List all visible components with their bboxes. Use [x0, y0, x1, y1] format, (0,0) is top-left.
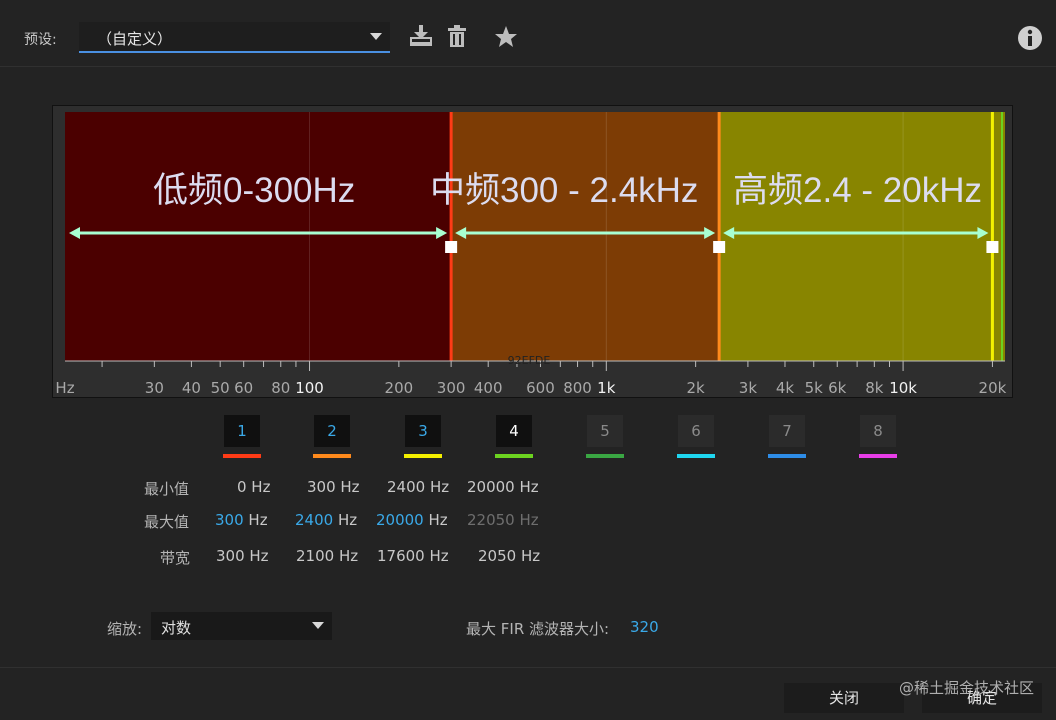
scale-dropdown[interactable]: 对数: [151, 612, 332, 640]
bandwidth-label: 带宽: [160, 549, 191, 567]
channel-number: 5: [600, 422, 610, 440]
band-label-mid: 中频300 - 2.4kHz: [430, 171, 699, 210]
channel-number: 6: [691, 422, 701, 440]
frequency-plot[interactable]: 92EFDE Hz 30 40 50 60 80 100 200 300 400 600 800 1k 2k…: [53, 106, 1014, 399]
divider: [0, 66, 1056, 67]
axis-tick-label: 300: [437, 379, 466, 397]
axis-tick-label: 6k: [828, 379, 847, 397]
trash-icon[interactable]: [447, 25, 467, 48]
max-unit-1: Hz: [248, 511, 268, 529]
crossover-handle-2[interactable]: [713, 241, 726, 253]
crossover-graph[interactable]: 92EFDE Hz 30 40 50 60 80 100 200 300 400 600 800 1k 2k…: [52, 105, 1013, 398]
axis-tick-label: 100: [295, 379, 324, 397]
channel-number: 7: [782, 422, 792, 440]
channel-5-button[interactable]: 5: [587, 415, 623, 447]
fir-size-value[interactable]: 320: [630, 618, 659, 636]
divider: [0, 667, 1056, 668]
bandwidth-value-1: 300 Hz: [216, 547, 269, 565]
channel-5-color-bar: [586, 454, 624, 458]
info-icon[interactable]: [1017, 25, 1043, 51]
axis-tick-label: 800: [563, 379, 592, 397]
channel-2-color-bar: [313, 454, 351, 458]
min-value-2: 300 Hz: [307, 478, 360, 496]
channel-2-button[interactable]: 2: [314, 415, 350, 447]
axis-tick-label: 40: [182, 379, 201, 397]
max-unit-4: Hz: [519, 511, 539, 529]
axis-tick-label: 1k: [597, 379, 616, 397]
band-label-low: 低频0-300Hz: [153, 171, 356, 210]
channel-number: 2: [327, 422, 337, 440]
max-number-4: 22050: [467, 511, 515, 529]
band-region[interactable]: [719, 112, 1005, 361]
max-value-2[interactable]: 2400 Hz: [295, 511, 357, 529]
channel-1-button[interactable]: 1: [224, 415, 260, 447]
max-unit-2: Hz: [337, 511, 358, 529]
axis-tick-label: 600: [526, 379, 555, 397]
axis-tick-label: Hz: [55, 379, 74, 397]
max-unit-3: Hz: [428, 511, 448, 529]
crossover-handle-3[interactable]: [986, 241, 999, 253]
bandwidth-value-4: 2050 Hz: [478, 547, 541, 565]
bandwidth-value-3: 17600 Hz: [377, 547, 449, 565]
band-region[interactable]: [65, 112, 452, 361]
axis-tick-label: 4k: [776, 379, 795, 397]
max-number-1[interactable]: 300: [215, 511, 244, 529]
channel-1-color-bar: [223, 454, 261, 458]
max-label: 最大值: [144, 513, 190, 531]
channel-6-color-bar: [677, 454, 715, 458]
channel-7-button[interactable]: 7: [769, 415, 805, 447]
channel-number: 3: [418, 422, 428, 440]
channel-8-button[interactable]: 8: [860, 415, 896, 447]
max-value-4: 22050 Hz: [467, 511, 539, 529]
axis-tick-label: 8k: [865, 379, 884, 397]
chevron-down-icon: [312, 622, 324, 629]
max-value-1[interactable]: 300 Hz: [215, 511, 268, 529]
chevron-down-icon: [370, 33, 382, 40]
max-number-2[interactable]: 2400: [295, 511, 333, 529]
scale-label: 缩放:: [107, 620, 143, 638]
center-note: 92EFDE: [508, 354, 551, 367]
axis-tick-label: 200: [385, 379, 414, 397]
max-number-3[interactable]: 20000: [376, 511, 424, 529]
max-value-3[interactable]: 20000 Hz: [376, 511, 448, 529]
channel-4-color-bar: [495, 454, 533, 458]
channel-6-button[interactable]: 6: [678, 415, 714, 447]
axis-tick-label: 10k: [889, 379, 917, 397]
bandwidth-value-2: 2100 Hz: [296, 547, 359, 565]
channel-number: 4: [509, 422, 519, 440]
channel-8-color-bar: [859, 454, 897, 458]
min-label: 最小值: [144, 480, 190, 498]
save-preset-icon[interactable]: [408, 24, 434, 48]
axis-tick-label: 5k: [805, 379, 824, 397]
min-value-3: 2400 Hz: [387, 478, 450, 496]
axis-tick-label: 3k: [739, 379, 758, 397]
axis-tick-label: 60: [234, 379, 253, 397]
preset-dropdown[interactable]: （自定义）: [79, 22, 390, 53]
fir-size-label: 最大 FIR 滤波器大小:: [466, 620, 610, 638]
band-region[interactable]: [451, 112, 720, 361]
band-label-high: 高频2.4 - 20kHz: [733, 171, 982, 210]
axis-tick-label: 20k: [979, 379, 1007, 397]
axis-tick-label: 80: [271, 379, 290, 397]
channel-3-color-bar: [404, 454, 442, 458]
min-value-1: 0 Hz: [237, 478, 271, 496]
watermark: @稀土掘金技术社区: [898, 679, 1034, 697]
channel-7-color-bar: [768, 454, 806, 458]
axis-tick-label: 2k: [687, 379, 706, 397]
star-icon[interactable]: [494, 25, 518, 48]
crossover-handle-1[interactable]: [445, 241, 458, 253]
channel-number: 1: [237, 422, 247, 440]
close-button[interactable]: 关闭: [784, 683, 904, 713]
channel-3-button[interactable]: 3: [405, 415, 441, 447]
preset-value: （自定义）: [97, 30, 173, 48]
preset-label: 预设:: [24, 32, 57, 48]
axis-tick-label: 50: [211, 379, 230, 397]
axis-tick-label: 400: [474, 379, 503, 397]
axis-tick-label: 30: [145, 379, 164, 397]
channel-4-button[interactable]: 4: [496, 415, 532, 447]
scale-value: 对数: [161, 619, 192, 637]
channel-number: 8: [873, 422, 883, 440]
min-value-4: 20000 Hz: [467, 478, 539, 496]
